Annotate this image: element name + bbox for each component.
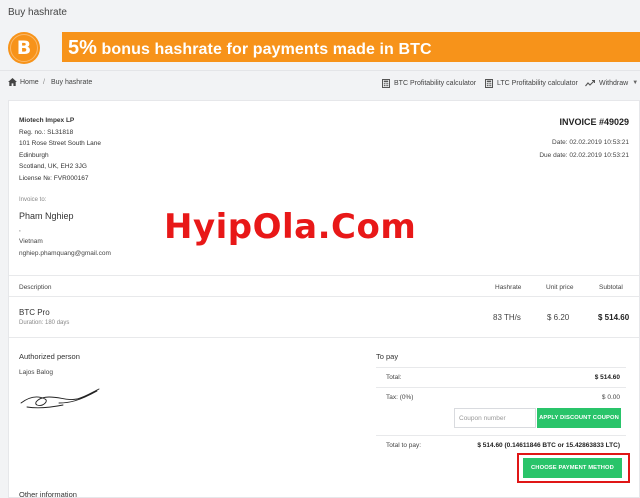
- top-bar: Buy hashrate: [0, 0, 640, 26]
- company-street: 101 Rose Street South Lane: [19, 140, 102, 147]
- promo-message: bonus hashrate for payments made in BTC: [96, 41, 432, 58]
- authorized-person-name: Lajos Balog: [19, 369, 53, 376]
- company-license: License №: FVR000167: [19, 174, 89, 182]
- calculator-icon: [382, 78, 390, 88]
- total-row: Total: $ 514.60: [376, 367, 626, 386]
- column-hashrate: Hashrate: [495, 284, 522, 291]
- invoice-card: Miotech Impex LP Reg. no.: SL31818 101 R…: [8, 100, 640, 498]
- promo-percent: 5%: [68, 37, 97, 59]
- invoice-date: Date: 02.02.2019 10:53:21: [552, 139, 629, 146]
- invoice-number: INVOICE #49029: [559, 117, 629, 127]
- total-label: Total:: [386, 374, 402, 381]
- invoice-due-date: Due date: 02.02.2019 10:53:21: [539, 151, 629, 159]
- signature-image: [20, 388, 100, 409]
- promo-banner: B 5% bonus hashrate for payments made in…: [0, 26, 640, 68]
- withdraw-dropdown[interactable]: Withdraw ▼: [585, 77, 638, 89]
- watermark-text: HyipOla.Com: [164, 207, 417, 247]
- withdraw-label: Withdraw: [599, 79, 629, 87]
- client-country: Vietnam: [19, 238, 43, 245]
- table-header: Description Hashrate Unit price Subtotal: [9, 275, 639, 297]
- total-to-pay-row: Total to pay: $ 514.60 (0.14611846 BTC o…: [376, 435, 626, 454]
- bitcoin-logo-icon: B: [8, 32, 40, 64]
- breadcrumb-bar: Home / Buy hashrate BTC Profitability ca…: [0, 70, 640, 96]
- client-name: Pham Nghiep: [19, 211, 74, 221]
- apply-coupon-button[interactable]: APPLY DISCOUNT COUPON: [537, 408, 621, 428]
- company-city: Edinburgh: [19, 151, 49, 159]
- item-hashrate: 83 TH/s: [493, 313, 521, 322]
- btc-calculator-link[interactable]: BTC Profitability calculator: [382, 77, 476, 89]
- divider: [9, 337, 639, 338]
- coupon-input[interactable]: [454, 408, 536, 428]
- total-value: $ 514.60: [594, 374, 620, 381]
- company-reg: Reg. no.: SL31818: [19, 128, 74, 136]
- ltc-calculator-label: LTC Profitability calculator: [497, 79, 578, 87]
- invoice-dates: Date: 02.02.2019 10:53:21 Due date: 02.0…: [539, 137, 629, 162]
- breadcrumb-home[interactable]: Home: [20, 79, 39, 86]
- page-title: Buy hashrate: [8, 7, 67, 18]
- tax-value: $ 0.00: [601, 394, 620, 401]
- chevron-down-icon: ▼: [632, 80, 639, 86]
- item-unit-price: $ 6.20: [547, 313, 570, 322]
- tax-row: Tax: (0%) $ 0.00: [376, 387, 626, 406]
- to-pay-label: To pay: [376, 352, 399, 361]
- choose-payment-method-button[interactable]: CHOOSE PAYMENT METHOD: [523, 458, 622, 478]
- column-description: Description: [19, 284, 52, 291]
- ltc-calculator-link[interactable]: LTC Profitability calculator: [485, 77, 578, 89]
- column-unit-price: Unit price: [546, 284, 574, 291]
- promo-strip: 5% bonus hashrate for payments made in B…: [62, 32, 640, 62]
- authorized-person-label: Authorized person: [19, 352, 80, 361]
- chart-line-icon: [585, 79, 595, 86]
- home-icon[interactable]: [8, 78, 17, 86]
- tax-label: Tax: (0%): [386, 394, 414, 401]
- company-name: Miotech Impex LP: [19, 117, 75, 124]
- column-subtotal: Subtotal: [599, 284, 623, 291]
- client-address-line: ,: [19, 226, 21, 233]
- breadcrumb-separator: /: [43, 79, 45, 86]
- btc-calculator-label: BTC Profitability calculator: [394, 79, 477, 87]
- company-info: Miotech Impex LP Reg. no.: SL31818 101 R…: [19, 115, 101, 184]
- invoice-to-label: Invoice to:: [19, 197, 47, 203]
- other-information-heading: Other information: [19, 490, 77, 498]
- company-country: Scotland, UK, EH2 3JG: [19, 163, 87, 170]
- total-to-pay-value: $ 514.60 (0.14611846 BTC or 15.42863833 …: [477, 442, 620, 449]
- calculator-icon: [485, 78, 493, 88]
- promo-text: 5% bonus hashrate for payments made in B…: [68, 37, 432, 60]
- item-subtotal: $ 514.60: [598, 313, 630, 322]
- breadcrumb-current: Buy hashrate: [51, 79, 93, 86]
- item-duration: Duration: 180 days: [19, 320, 70, 326]
- total-to-pay-label: Total to pay:: [386, 442, 422, 449]
- item-description: BTC Pro: [19, 308, 50, 317]
- client-email: nghiep.phamquang@gmail.com: [19, 250, 111, 257]
